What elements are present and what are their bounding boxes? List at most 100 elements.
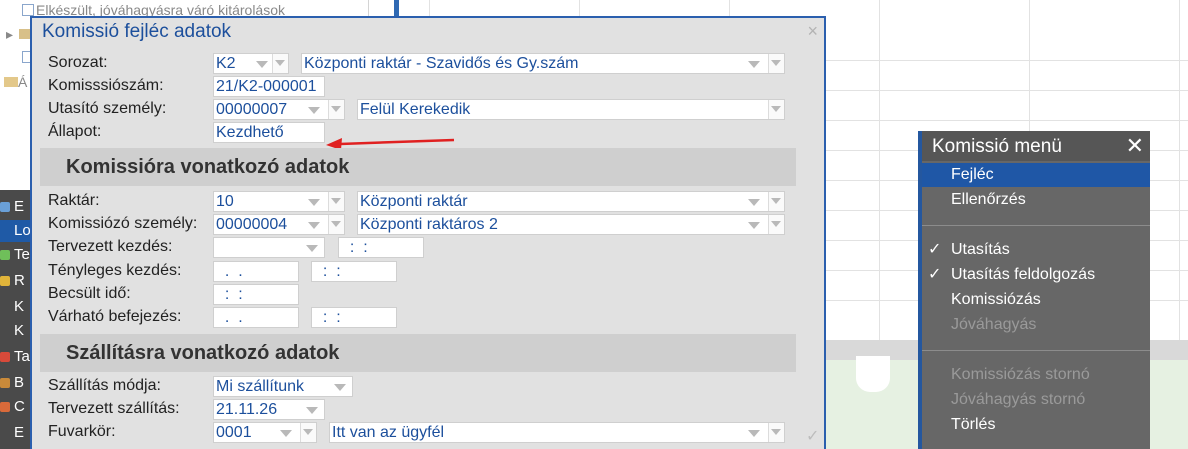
tervezett-kezdes-label: Tervezett kezdés: — [48, 238, 173, 255]
nav-item[interactable]: Te — [0, 244, 30, 266]
menu-title: Komissió menü — [932, 136, 1062, 157]
raktar-label: Raktár: — [48, 192, 100, 209]
komissiozo-label: Komissiózó személy: — [48, 215, 198, 232]
tervezett-kezdes-date[interactable]: . . — [213, 237, 325, 258]
nav-icon — [0, 378, 10, 388]
dialog-title: Komissió fejléc adatok — [42, 21, 232, 42]
dropdown-button[interactable] — [768, 192, 784, 211]
dropdown-button[interactable] — [272, 54, 288, 73]
nav-item-active[interactable]: Lo — [0, 220, 30, 242]
tree-expander[interactable]: ▸ — [6, 26, 31, 43]
menu-item-torles[interactable]: Törlés — [922, 413, 1150, 437]
nav-item[interactable]: B — [0, 372, 30, 394]
menu-divider — [922, 225, 1150, 226]
allapot-label: Állapot: — [48, 123, 102, 140]
nav-item[interactable]: K — [0, 320, 30, 342]
dropdown-button[interactable] — [328, 192, 344, 211]
chevron-down-icon — [280, 430, 292, 437]
menu-item-jovahagyas: Jóváhagyás — [951, 316, 1037, 333]
tenyleges-kezdes-time[interactable]: : : — [311, 261, 397, 282]
menu-item-ellenorzes[interactable]: Ellenőrzés — [922, 188, 1150, 212]
nav-item[interactable]: E — [0, 422, 30, 444]
chevron-down-icon — [306, 407, 318, 414]
becsult-ido-time[interactable]: : : — [213, 284, 299, 305]
dropdown-button[interactable] — [768, 100, 784, 119]
tenyleges-kezdes-label: Tényleges kezdés: — [48, 262, 182, 279]
chevron-down-icon — [308, 199, 320, 206]
nav-icon — [0, 352, 10, 362]
sorozat-name-select[interactable]: Központi raktár - Szavidős és Gy.szám — [301, 53, 785, 74]
section-header-komissio: Komissióra vonatkozó adatok — [40, 148, 796, 186]
background-tab — [856, 356, 890, 392]
close-icon[interactable]: × — [807, 21, 818, 42]
komissioszam-field[interactable]: 21/K2-000001 — [213, 76, 325, 97]
menu-item-jovahagyas-storno: Jóváhagyás stornó — [951, 391, 1086, 408]
menu-item-utasitas-feldolgozas[interactable]: ✓ Utasítás feldolgozás — [922, 263, 1150, 287]
becsult-ido-label: Becsült idő: — [48, 285, 131, 302]
varhato-befejezes-label: Várható befejezés: — [48, 308, 182, 325]
raktar-name-select[interactable]: Központi raktár — [357, 191, 785, 212]
komissiozo-name-select[interactable]: Központi raktáros 2 — [357, 214, 785, 235]
menu-item-fejlec[interactable]: Fejléc — [922, 163, 1150, 187]
varhato-befejezes-date[interactable]: . . — [213, 307, 299, 328]
tree-row[interactable]: Á — [4, 74, 27, 90]
utasito-name-select[interactable]: Felül Kerekedik — [357, 99, 785, 120]
menu-item-utasitas[interactable]: ✓ Utasítás — [922, 238, 1150, 262]
document-icon — [22, 4, 34, 16]
sorozat-code-select[interactable]: K2 — [213, 53, 289, 74]
folder-open-icon — [4, 77, 18, 87]
szallitas-modja-select[interactable]: Mi szállítunk — [213, 376, 353, 397]
utasito-code-select[interactable]: 00000007 — [213, 99, 345, 120]
sorozat-label: Sorozat: — [48, 54, 108, 71]
chevron-right-icon: ▸ — [6, 26, 14, 42]
chevron-down-icon — [748, 222, 760, 229]
tenyleges-kezdes-date[interactable]: . . — [213, 261, 299, 282]
nav-icon — [0, 276, 10, 286]
komissiozo-code-select[interactable]: 00000004 — [213, 214, 345, 235]
nav-item[interactable]: E — [0, 196, 30, 218]
commission-header-dialog: Komissió fejléc adatok × Sorozat: K2 Köz… — [30, 16, 826, 449]
close-icon[interactable]: ✕ — [1126, 133, 1144, 159]
dropdown-button[interactable] — [328, 100, 344, 119]
raktar-code-select[interactable]: 10 — [213, 191, 345, 212]
menu-item-komissiozas-storno: Komissiózás stornó — [951, 366, 1090, 383]
menu-title-bar: Komissió menü ✕ — [922, 131, 1150, 161]
tervezett-szallitas-label: Tervezett szállítás: — [48, 400, 180, 417]
allapot-field[interactable]: Kezdhető — [213, 122, 325, 143]
tervezett-szallitas-date[interactable]: 21.11.26 — [213, 399, 325, 420]
dropdown-button[interactable] — [768, 423, 784, 442]
fuvarkor-code-select[interactable]: 0001 — [213, 422, 317, 443]
commission-menu-panel: Komissió menü ✕ Fejléc Ellenőrzés ✓ Utas… — [918, 131, 1150, 449]
menu-divider — [922, 350, 1150, 351]
dropdown-button[interactable] — [328, 215, 344, 234]
nav-item[interactable]: C — [0, 396, 30, 418]
tervezett-kezdes-time[interactable]: : : — [338, 237, 424, 258]
menu-item-komissiozas[interactable]: Komissiózás — [922, 288, 1150, 312]
szallitas-modja-label: Szállítás módja: — [48, 377, 161, 394]
check-icon: ✓ — [928, 266, 942, 283]
chevron-down-icon — [308, 107, 320, 114]
varhato-befejezes-time[interactable]: : : — [311, 307, 397, 328]
komissioszam-label: Komisssiószám: — [48, 77, 164, 94]
nav-item[interactable]: Ta — [0, 346, 30, 368]
chevron-down-icon — [748, 430, 760, 437]
nav-item[interactable]: K — [0, 296, 30, 318]
nav-icon — [0, 402, 10, 412]
confirm-check-icon[interactable]: ✓ — [806, 426, 819, 446]
dropdown-button[interactable] — [300, 423, 316, 442]
dropdown-button[interactable] — [768, 54, 784, 73]
chevron-down-icon — [256, 61, 268, 68]
background-nav: E Lo Te R K K Ta B C E — [0, 190, 30, 449]
dropdown-button[interactable] — [768, 215, 784, 234]
chevron-down-icon — [748, 199, 760, 206]
chevron-down-icon — [308, 222, 320, 229]
utasito-label: Utasító személy: — [48, 100, 167, 117]
fuvarkor-name-select[interactable]: Itt van az ügyfél — [329, 422, 785, 443]
fuvarkor-label: Fuvarkör: — [48, 423, 116, 440]
nav-icon — [0, 202, 10, 212]
nav-item[interactable]: R — [0, 270, 30, 292]
section-header-szallitas: Szállításra vonatkozó adatok — [40, 334, 796, 372]
chevron-down-icon — [334, 384, 346, 391]
check-icon: ✓ — [928, 241, 942, 258]
nav-icon — [0, 250, 10, 260]
